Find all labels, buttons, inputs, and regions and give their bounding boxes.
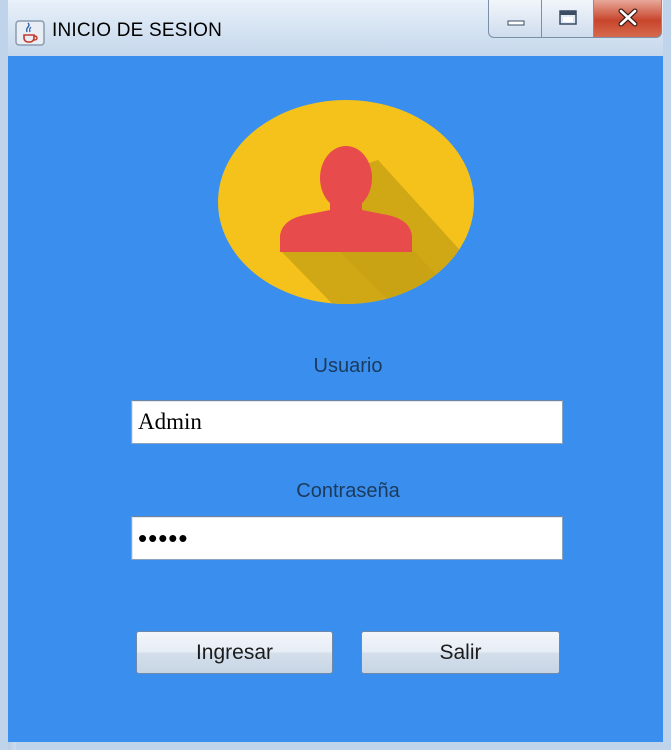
username-label: Usuario [313, 355, 383, 377]
close-button[interactable] [594, 0, 662, 38]
title-bar[interactable]: INICIO DE SESION [8, 0, 663, 56]
login-button[interactable]: Ingresar [136, 631, 333, 674]
minimize-button[interactable] [488, 0, 542, 38]
password-label: Contraseña [296, 480, 400, 502]
minimize-icon [507, 20, 525, 26]
password-field[interactable] [131, 516, 563, 560]
exit-button[interactable]: Salir [361, 631, 560, 674]
caption-buttons [480, 0, 662, 40]
username-field[interactable] [131, 400, 563, 444]
java-cup-icon [15, 20, 45, 46]
maximize-button[interactable] [542, 0, 594, 38]
close-icon [618, 8, 638, 27]
maximize-icon [559, 10, 577, 25]
window-title: INICIO DE SESION [52, 20, 223, 41]
user-avatar-icon [218, 100, 474, 304]
